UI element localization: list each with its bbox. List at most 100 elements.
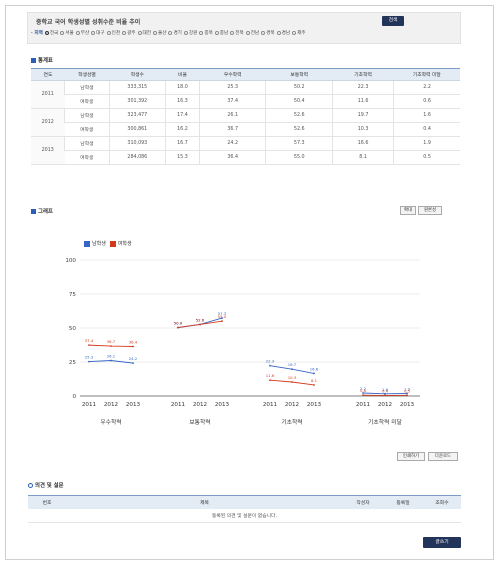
- opinion-table: 번호 제목 작성자 등록일 조회수 등록된 의견 및 설문이 없습니다.: [28, 495, 461, 523]
- table-cell: 26.1: [198, 108, 266, 123]
- radio-icon: [75, 31, 80, 35]
- x-tick-label: 2011: [82, 402, 97, 408]
- table-cell: 11.6: [332, 94, 394, 109]
- radio-icon: [261, 31, 266, 35]
- reset-zoom-button[interactable]: 원론성: [418, 206, 442, 215]
- data-point: [291, 381, 293, 383]
- region-radio[interactable]: 부산: [75, 30, 90, 36]
- region-radio[interactable]: 서울: [60, 30, 74, 36]
- square-bullet-icon: [31, 57, 36, 63]
- data-point: [406, 394, 408, 397]
- region-radio[interactable]: 인천: [106, 30, 120, 36]
- region-selector: · 지역 전국 서울 부산 대구 인천 광주 대전 울산 경기 강원 충북 충남 전북 전남 경북 경남 제주: [31, 30, 308, 36]
- table-cell: 50.4: [265, 94, 333, 109]
- table-cell: 36.7: [198, 122, 266, 137]
- region-radio[interactable]: 광주: [122, 30, 136, 36]
- region-radio-label: 강원: [188, 31, 198, 36]
- region-radio[interactable]: 경북: [261, 30, 275, 36]
- table-cell: 1.9: [393, 136, 460, 151]
- graph-heading-label: 그래프: [38, 209, 53, 215]
- table-cell: 36.4: [198, 150, 266, 165]
- column-header: 조회수: [423, 495, 461, 509]
- column-header: 등록일: [383, 495, 423, 509]
- region-radio-label: 충북: [204, 31, 213, 36]
- write-button[interactable]: 글쓰기: [423, 537, 461, 548]
- table-row: 2011 남학생 333,315 18.0 25.3 50.2 22.3 2.2: [31, 80, 460, 109]
- region-radio[interactable]: 강원: [183, 30, 198, 36]
- download-button[interactable]: 다운로드: [428, 452, 458, 461]
- region-radio-label: 경북: [266, 31, 275, 36]
- table-cell: 여학생: [64, 150, 110, 165]
- data-label: 24.2: [129, 356, 138, 361]
- data-label: 55.0: [218, 314, 227, 319]
- region-radio[interactable]: 경기: [168, 30, 182, 36]
- data-label: 22.3: [266, 359, 275, 364]
- data-point: [291, 368, 293, 371]
- data-point: [88, 344, 90, 347]
- region-radio[interactable]: 울산: [152, 30, 166, 36]
- region-radio-label: 서울: [65, 31, 74, 36]
- data-label: 50.4: [174, 320, 183, 325]
- zoom-in-button[interactable]: 확대: [400, 206, 416, 215]
- page-title: 중학교 국어 학생성별 성취수준 비율 추이: [36, 19, 141, 26]
- x-tick-label: 2012: [285, 402, 299, 408]
- table-cell: 여학생: [64, 122, 110, 137]
- data-label: 11.6: [266, 373, 275, 378]
- radio-icon: [199, 31, 204, 35]
- stats-table: 연도 학생성별 학생수 비율 우수학력 보통학력 기초학력 기초학력 미달 2011 남학생 33…: [31, 68, 460, 165]
- table-row: 2013 남학생 310,093 16.7 24.2 57.3 16.6 1.9: [31, 136, 460, 165]
- data-label: 36.7: [107, 339, 116, 344]
- table-cell: 52.6: [265, 122, 333, 137]
- x-tick-label: 2013: [307, 402, 322, 408]
- radio-icon: [137, 31, 142, 35]
- table-row: 등록된 의견 및 설문이 없습니다.: [28, 508, 461, 523]
- year-cell: 2011: [31, 80, 65, 109]
- table-cell: 여학생: [64, 94, 110, 109]
- data-label: 16.6: [310, 366, 319, 371]
- region-radio[interactable]: 대구: [91, 30, 105, 36]
- y-tick-label: 100: [65, 258, 76, 264]
- region-radio[interactable]: 전남: [245, 30, 259, 36]
- group-label: 기초학력 미달: [368, 418, 403, 426]
- region-radio[interactable]: 충북: [199, 30, 213, 36]
- data-label: 0.4: [382, 388, 389, 393]
- y-tick-label: 75: [69, 292, 77, 298]
- table-cell: 16.3: [165, 94, 200, 109]
- data-label: 19.7: [288, 362, 297, 367]
- table-cell: 15.3: [165, 150, 200, 165]
- x-tick-label: 2011: [171, 402, 186, 408]
- table-cell: 2.2: [393, 80, 460, 95]
- data-point: [313, 372, 315, 375]
- square-bullet-icon: [31, 208, 36, 214]
- y-tick-label: 0: [72, 394, 76, 400]
- table-cell: 300,861: [108, 122, 166, 137]
- print-button[interactable]: 인쇄하기: [397, 452, 425, 461]
- search-button[interactable]: 검색: [382, 16, 404, 26]
- table-cell: 284,086: [108, 150, 166, 165]
- column-header: 제목: [66, 495, 343, 509]
- data-label: 36.4: [129, 339, 138, 344]
- table-cell: 17.4: [165, 108, 200, 123]
- radio-icon: [106, 31, 111, 35]
- region-radio[interactable]: 제주: [292, 30, 306, 36]
- radio-icon: [276, 31, 281, 35]
- graph-heading: 그래프: [31, 207, 53, 215]
- region-radio[interactable]: 전북: [230, 30, 244, 36]
- group-label: 기초학력: [281, 418, 302, 426]
- region-radio[interactable]: 대전: [137, 30, 151, 36]
- data-label: 25.3: [85, 355, 94, 360]
- region-radio[interactable]: 전국: [44, 30, 58, 36]
- region-radio[interactable]: 충남: [214, 30, 228, 36]
- table-cell: 333,315: [108, 80, 166, 95]
- table-cell: 8.1: [332, 150, 394, 165]
- region-radio-label: 부산: [80, 31, 90, 36]
- data-point: [110, 345, 112, 347]
- data-point: [110, 359, 112, 362]
- data-label: 37.4: [85, 338, 94, 343]
- region-radio[interactable]: 경남: [276, 30, 290, 36]
- radio-icon: [292, 31, 297, 35]
- radio-icon: [60, 31, 65, 35]
- table-cell: 310,093: [108, 136, 166, 151]
- column-header: 작성자: [343, 495, 383, 509]
- table-cell: 301,392: [108, 94, 166, 109]
